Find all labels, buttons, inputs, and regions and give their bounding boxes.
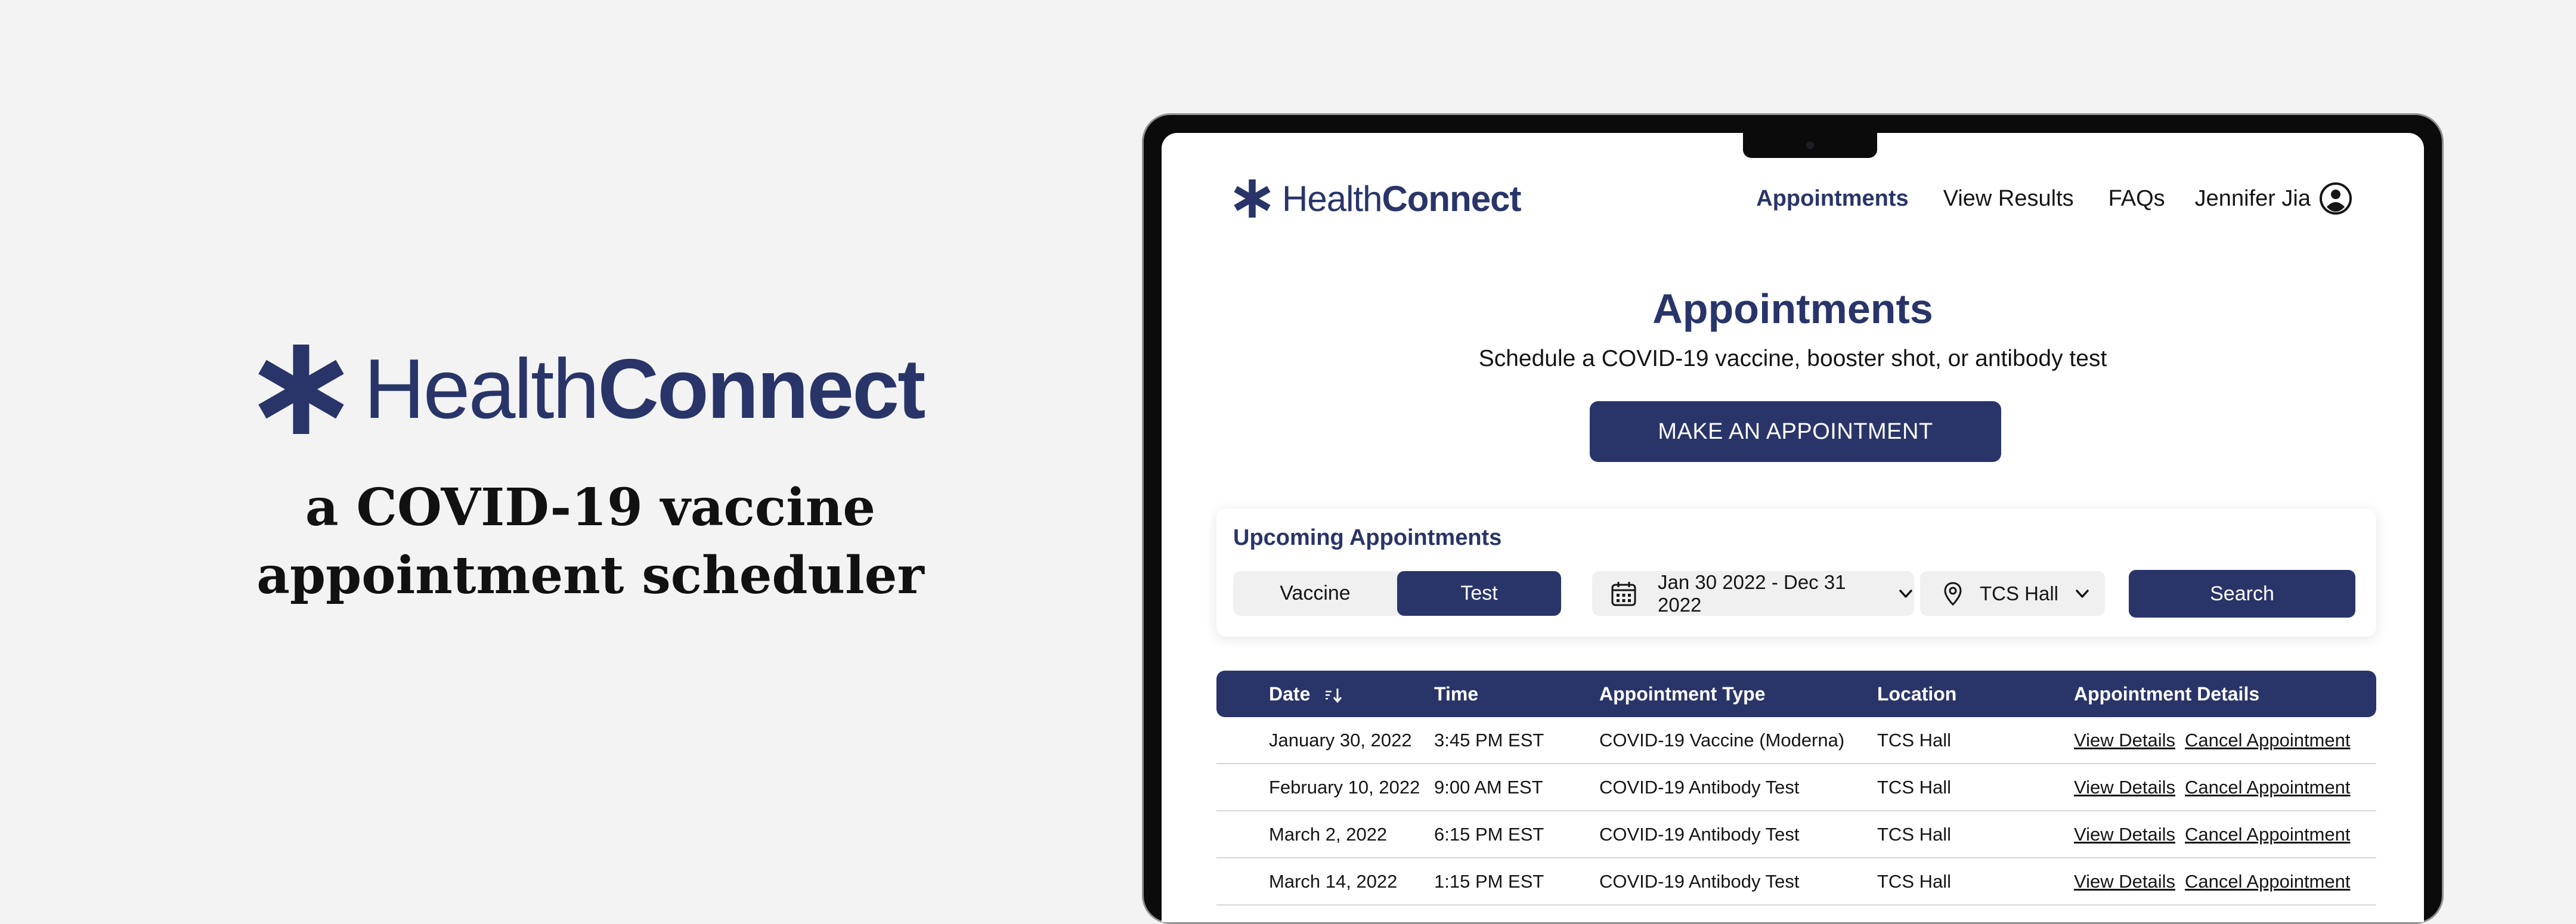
cell-location: TCS Hall — [1877, 729, 1952, 751]
filter-title: Upcoming Appointments — [1233, 525, 1502, 550]
date-range-value: Jan 30 2022 - Dec 31 2022 — [1658, 570, 1846, 616]
cancel-appointment-link[interactable]: Cancel Appointment — [2185, 871, 2350, 892]
cell-date: January 30, 2022 — [1269, 729, 1412, 751]
col-time-header: Time — [1434, 683, 1479, 705]
cell-details: View Details Cancel Appointment — [2074, 777, 2376, 798]
col-date-label: Date — [1269, 683, 1311, 705]
table-header: Date Time Appointment Type Location Appo… — [1216, 671, 2376, 717]
col-location-header: Location — [1877, 683, 1957, 705]
cell-date: March 14, 2022 — [1269, 870, 1398, 892]
chevron-down-icon — [1899, 589, 1912, 598]
cell-date: March 2, 2022 — [1269, 823, 1388, 845]
app-header: HealthConnect Appointments View Results … — [1233, 175, 2352, 222]
page-title: Appointments — [1652, 286, 1933, 332]
header-logo[interactable]: HealthConnect — [1233, 175, 1521, 222]
page-subtitle: Schedule a COVID-19 vaccine, booster sho… — [1478, 346, 2107, 371]
col-date-header[interactable]: Date — [1216, 683, 1434, 705]
view-details-link[interactable]: View Details — [2074, 730, 2175, 751]
cell-date: February 10, 2022 — [1269, 776, 1420, 798]
camera-icon — [1806, 141, 1814, 149]
nav-appointments[interactable]: Appointments — [1756, 186, 1908, 212]
table-row: February 10, 2022 9:00 AM EST COVID-19 A… — [1216, 764, 2376, 811]
medical-asterisk-icon — [258, 344, 344, 434]
cell-details: View Details Cancel Appointment — [2074, 824, 2376, 845]
cell-location: TCS Hall — [1877, 823, 1952, 845]
sort-icon — [1326, 689, 1342, 703]
upcoming-appointments-filter: Upcoming Appointments Vaccine Test Jan 3… — [1216, 508, 2376, 637]
cell-time: 1:15 PM EST — [1434, 870, 1544, 892]
location-value: TCS Hall — [1980, 582, 2059, 604]
brand-logo: HealthConnect — [256, 340, 925, 438]
appointment-kind-toggle: Vaccine Test — [1233, 571, 1561, 616]
cell-details: View Details Cancel Appointment — [2074, 871, 2376, 892]
cell-details: View Details Cancel Appointment — [2074, 730, 2376, 751]
view-details-link[interactable]: View Details — [2074, 871, 2175, 892]
medical-asterisk-icon — [1234, 179, 1271, 218]
brand-panel: HealthConnect a COVID-19 vaccine appoint… — [256, 340, 925, 626]
tagline-line-2: appointment scheduler — [256, 545, 924, 606]
cell-time: 3:45 PM EST — [1434, 729, 1544, 751]
cancel-appointment-link[interactable]: Cancel Appointment — [2185, 777, 2350, 798]
app-screen: HealthConnect Appointments View Results … — [1162, 133, 2424, 922]
brand-wordmark: HealthConnect — [364, 341, 925, 436]
main-nav: Appointments View Results FAQs Jennifer … — [1722, 175, 2352, 222]
cancel-appointment-link[interactable]: Cancel Appointment — [2185, 730, 2350, 751]
col-details-header: Appointment Details — [2074, 683, 2260, 705]
nav-view-results[interactable]: View Results — [1943, 186, 2074, 212]
cell-type: COVID-19 Antibody Test — [1599, 776, 1800, 798]
user-avatar-icon — [2320, 182, 2352, 215]
make-appointment-button[interactable]: MAKE AN APPOINTMENT — [1590, 401, 2001, 462]
toggle-vaccine[interactable]: Vaccine — [1233, 571, 1397, 616]
cell-location: TCS Hall — [1877, 776, 1952, 798]
cell-time: 6:15 PM EST — [1434, 823, 1544, 845]
appointments-table: Date Time Appointment Type Location Appo… — [1216, 671, 2376, 906]
calendar-icon — [1611, 581, 1636, 606]
laptop-frame: HealthConnect Appointments View Results … — [1142, 113, 2444, 924]
cell-type: COVID-19 Vaccine (Moderna) — [1599, 729, 1845, 751]
view-details-link[interactable]: View Details — [2074, 824, 2175, 845]
user-menu[interactable]: Jennifer Jia — [2195, 182, 2352, 215]
location-picker[interactable]: TCS Hall — [1920, 571, 2105, 616]
camera-notch — [1743, 133, 1877, 158]
nav-faqs[interactable]: FAQs — [2109, 186, 2165, 212]
search-button[interactable]: Search — [2129, 570, 2355, 618]
location-pin-icon — [1944, 581, 1962, 606]
tagline: a COVID-19 vaccine appointment scheduler — [256, 474, 924, 610]
header-wordmark: HealthConnect — [1282, 178, 1521, 219]
cell-time: 9:00 AM EST — [1434, 776, 1543, 798]
chevron-down-icon — [2076, 589, 2089, 598]
cancel-appointment-link[interactable]: Cancel Appointment — [2185, 824, 2350, 845]
col-type-header: Appointment Type — [1599, 683, 1766, 705]
table-row: March 2, 2022 6:15 PM EST COVID-19 Antib… — [1216, 811, 2376, 858]
cell-type: COVID-19 Antibody Test — [1599, 823, 1800, 845]
tagline-line-1: a COVID-19 vaccine — [305, 477, 876, 538]
date-range-picker[interactable]: Jan 30 2022 - Dec 31 2022 — [1592, 571, 1914, 616]
table-row: March 14, 2022 1:15 PM EST COVID-19 Anti… — [1216, 858, 2376, 906]
view-details-link[interactable]: View Details — [2074, 777, 2175, 798]
cell-type: COVID-19 Antibody Test — [1599, 870, 1800, 892]
cell-location: TCS Hall — [1877, 870, 1952, 892]
toggle-test[interactable]: Test — [1397, 571, 1561, 616]
user-name: Jennifer Jia — [2194, 185, 2311, 211]
table-row: January 30, 2022 3:45 PM EST COVID-19 Va… — [1216, 717, 2376, 764]
